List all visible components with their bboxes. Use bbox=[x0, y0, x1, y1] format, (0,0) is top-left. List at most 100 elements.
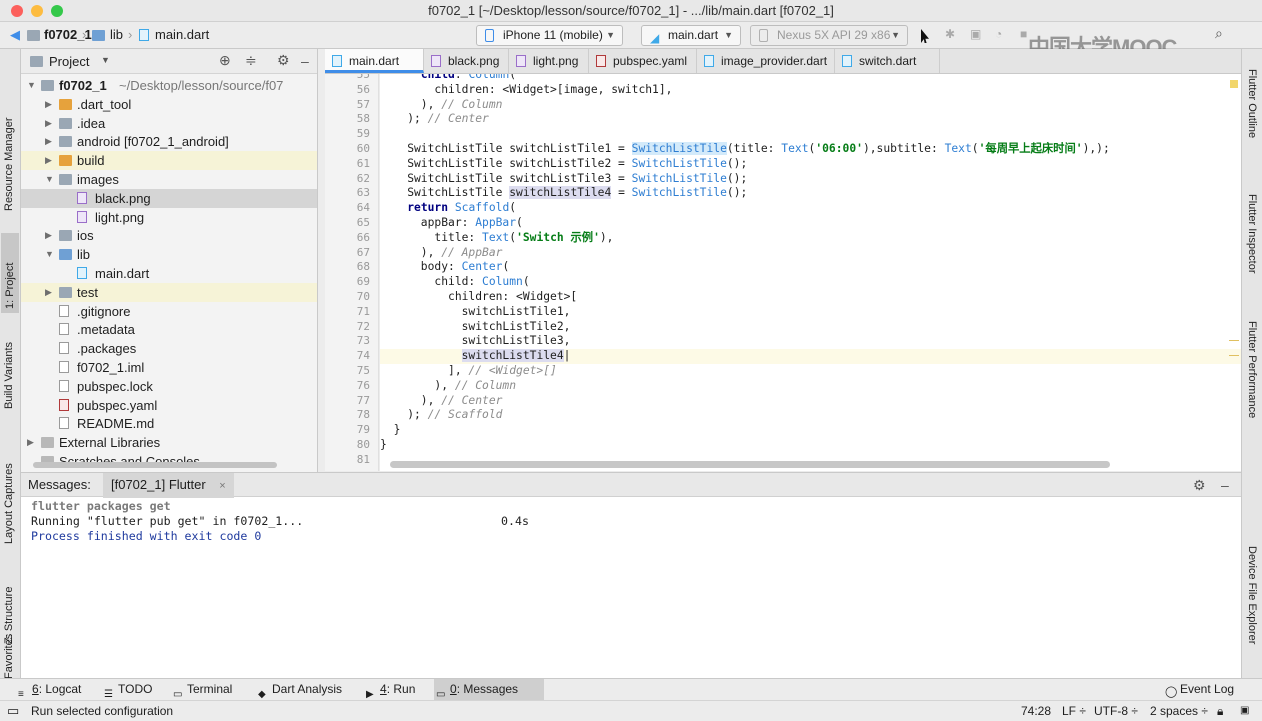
code-line[interactable]: children: <Widget>[image, switch1], bbox=[380, 83, 1241, 98]
tree-item[interactable]: ▶ .dart_tool bbox=[21, 95, 317, 114]
breadcrumb-file[interactable]: main.dart bbox=[155, 27, 209, 42]
editor-tab[interactable]: light.png bbox=[509, 49, 589, 73]
collapsed-arrow-icon[interactable]: ▶ bbox=[45, 95, 52, 114]
code-line[interactable]: child: Column( bbox=[380, 275, 1241, 290]
tree-item[interactable]: light.png bbox=[21, 208, 317, 227]
collapse-all-icon[interactable]: ≑ bbox=[245, 52, 257, 69]
collapsed-arrow-icon[interactable]: ▶ bbox=[45, 226, 52, 245]
caret-position[interactable]: 74:28 bbox=[1021, 701, 1051, 721]
bottom-tool-tab[interactable]: ◆ Dart Analysis bbox=[256, 679, 372, 700]
status-panel-toggle-icon[interactable]: ▭ bbox=[7, 701, 19, 721]
collapsed-arrow-icon[interactable]: ▶ bbox=[27, 433, 34, 452]
analysis-status-marker[interactable] bbox=[1230, 80, 1238, 88]
tool-tab-layout-captures[interactable]: Layout Captures bbox=[3, 394, 15, 544]
tree-item[interactable]: pubspec.yaml bbox=[21, 396, 317, 415]
tree-item[interactable]: README.md bbox=[21, 414, 317, 433]
tree-item[interactable]: .gitignore bbox=[21, 302, 317, 321]
bottom-tool-tab[interactable]: ≡ 6: Logcat bbox=[16, 679, 116, 700]
file-encoding[interactable]: UTF-8 ÷ bbox=[1094, 701, 1138, 721]
collapsed-arrow-icon[interactable]: ▶ bbox=[45, 114, 52, 133]
code-line[interactable]: SwitchListTile switchListTile3 = SwitchL… bbox=[380, 172, 1241, 187]
expanded-arrow-icon[interactable]: ▼ bbox=[45, 245, 54, 264]
tree-item[interactable]: .packages bbox=[21, 339, 317, 358]
tree-item[interactable]: .metadata bbox=[21, 320, 317, 339]
hide-panel-icon[interactable]: – bbox=[1221, 473, 1229, 497]
code-line[interactable]: ); // Scaffold bbox=[380, 408, 1241, 423]
editor-tab[interactable]: image_provider.dart bbox=[697, 49, 835, 73]
emulator-selector[interactable]: Nexus 5X API 29 x86 ▼ bbox=[750, 25, 908, 46]
indent-setting[interactable]: 2 spaces ÷ bbox=[1150, 701, 1208, 721]
code-line[interactable]: ), // Column bbox=[380, 379, 1241, 394]
code-line[interactable]: child: Column( bbox=[380, 74, 1241, 83]
code-line[interactable]: switchListTile2, bbox=[380, 320, 1241, 335]
editor-tab[interactable]: switch.dart bbox=[835, 49, 940, 73]
expanded-arrow-icon[interactable]: ▼ bbox=[27, 76, 36, 95]
tool-tab-flutter-inspector[interactable]: Flutter Inspector bbox=[1246, 194, 1258, 339]
tree-item[interactable]: ▶ build bbox=[21, 151, 317, 171]
code-line[interactable]: appBar: AppBar( bbox=[380, 216, 1241, 231]
bottom-tool-tab[interactable]: ▭ 0: Messages bbox=[434, 679, 544, 700]
editor-tab[interactable]: pubspec.yaml bbox=[589, 49, 697, 73]
tree-item[interactable]: ▶ test bbox=[21, 282, 317, 302]
debug-icon[interactable]: ✱ bbox=[945, 27, 959, 41]
tree-item[interactable]: ▼ lib bbox=[21, 245, 317, 264]
tree-item[interactable]: ▼ images bbox=[21, 170, 317, 189]
tree-item[interactable]: ▶ External Libraries bbox=[21, 433, 317, 452]
profile-icon[interactable]: ◔ bbox=[995, 27, 1009, 41]
minimize-window-button[interactable] bbox=[31, 5, 43, 17]
close-window-button[interactable] bbox=[11, 5, 23, 17]
collapsed-arrow-icon[interactable]: ▶ bbox=[45, 151, 52, 170]
code-line[interactable]: return Scaffold( bbox=[380, 201, 1241, 216]
tree-item[interactable]: ▶ .idea bbox=[21, 114, 317, 133]
tree-item[interactable]: black.png bbox=[21, 188, 317, 208]
project-view-selector[interactable]: Project bbox=[49, 54, 89, 69]
tool-tab-flutter-performance[interactable]: Flutter Performance bbox=[1246, 321, 1258, 481]
locate-file-icon[interactable]: ⊕ bbox=[219, 52, 231, 69]
code-line[interactable]: SwitchListTile switchListTile1 = SwitchL… bbox=[380, 142, 1241, 157]
bottom-tool-tab[interactable]: ▭ Terminal bbox=[171, 679, 261, 700]
tree-item[interactable]: main.dart bbox=[21, 264, 317, 283]
code-line[interactable]: children: <Widget>[ bbox=[380, 290, 1241, 305]
event-log-tab[interactable]: ◯ Event Log bbox=[1165, 679, 1234, 700]
tool-tab-build-variants[interactable]: Build Variants bbox=[3, 289, 15, 409]
tool-tab-flutter-outline[interactable]: Flutter Outline bbox=[1246, 69, 1258, 184]
attach-debugger-icon[interactable]: ▣ bbox=[970, 27, 984, 41]
chevron-down-icon[interactable]: ▼ bbox=[101, 55, 110, 65]
editor-tab[interactable]: black.png bbox=[424, 49, 509, 73]
memory-indicator-icon[interactable]: ▣ bbox=[1240, 701, 1249, 721]
lock-icon[interactable]: 🔒︎ bbox=[1217, 701, 1223, 721]
code-line[interactable]: switchListTile4| bbox=[380, 349, 1241, 364]
zoom-window-button[interactable] bbox=[51, 5, 63, 17]
code-line[interactable]: ), // AppBar bbox=[380, 246, 1241, 261]
code-line[interactable]: ), // Column bbox=[380, 98, 1241, 113]
tree-item[interactable]: pubspec.lock bbox=[21, 377, 317, 396]
code-line[interactable]: switchListTile1, bbox=[380, 305, 1241, 320]
tree-item[interactable]: ▶ android [f0702_1_android] bbox=[21, 132, 317, 151]
code-line[interactable]: ); // Center bbox=[380, 112, 1241, 127]
code-line[interactable] bbox=[380, 127, 1241, 142]
code-editor[interactable]: child: Column( children: <Widget>[image,… bbox=[380, 74, 1241, 471]
tool-tab-device-file-explorer[interactable]: Device File Explorer bbox=[1246, 546, 1258, 686]
collapsed-arrow-icon[interactable]: ▶ bbox=[45, 132, 52, 151]
expanded-arrow-icon[interactable]: ▼ bbox=[45, 170, 54, 189]
close-icon[interactable]: × bbox=[219, 480, 225, 492]
code-line[interactable]: } bbox=[380, 423, 1241, 438]
code-line[interactable]: SwitchListTile switchListTile2 = SwitchL… bbox=[380, 157, 1241, 172]
line-separator[interactable]: LF ÷ bbox=[1062, 701, 1086, 721]
tree-item[interactable]: ▶ ios bbox=[21, 226, 317, 245]
gear-icon[interactable]: ⚙ bbox=[1193, 473, 1206, 497]
gear-icon[interactable]: ⚙ bbox=[277, 52, 290, 69]
bottom-tool-tab[interactable]: ▶ 4: Run bbox=[364, 679, 439, 700]
collapsed-arrow-icon[interactable]: ▶ bbox=[45, 283, 52, 302]
tool-tab-resource-manager[interactable]: Resource Manager bbox=[3, 61, 15, 211]
editor-horizontal-scrollbar[interactable] bbox=[390, 461, 1110, 468]
code-line[interactable]: ], // <Widget>[] bbox=[380, 364, 1241, 379]
tree-item[interactable]: ▼ f0702_1 ~/Desktop/lesson/source/f07 bbox=[21, 76, 317, 95]
code-line[interactable]: switchListTile3, bbox=[380, 334, 1241, 349]
breadcrumb-lib[interactable]: lib bbox=[110, 27, 123, 42]
device-selector[interactable]: iPhone 11 (mobile) ▼ bbox=[476, 25, 623, 46]
hide-panel-icon[interactable]: – bbox=[301, 53, 309, 69]
search-icon[interactable]: ⌕ bbox=[1215, 25, 1229, 41]
bottom-tool-tab[interactable]: ☰ TODO bbox=[102, 679, 182, 700]
messages-tab-flutter[interactable]: [f0702_1] Flutter × bbox=[103, 473, 234, 498]
